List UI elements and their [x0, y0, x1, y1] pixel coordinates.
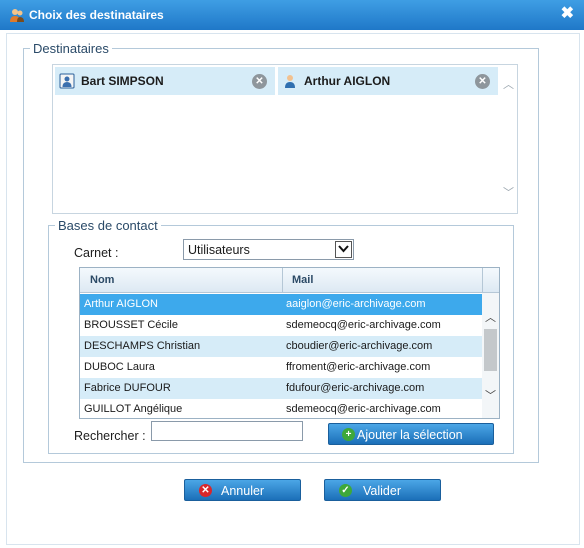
contact-card-icon: [59, 73, 75, 89]
cell-mail: ffroment@eric-archivage.com: [286, 361, 431, 373]
cancel-button[interactable]: ✕ Annuler: [184, 479, 301, 501]
cell-mail: sdemeocq@eric-archivage.com: [286, 319, 441, 331]
search-input[interactable]: [151, 421, 303, 441]
cell-nom: Arthur AIGLON: [84, 298, 158, 310]
checkmark-icon: ✓: [339, 484, 352, 497]
cancel-icon: ✕: [199, 484, 212, 497]
cell-nom: BROUSSET Cécile: [84, 319, 178, 331]
cell-nom: DESCHAMPS Christian: [84, 340, 201, 352]
recipients-list[interactable]: Bart SIMPSON ✕ Arthur AIGLON ✕ ︿ ﹀: [52, 64, 518, 214]
table-row[interactable]: DESCHAMPS Christian cboudier@eric-archiv…: [80, 336, 482, 357]
cancel-label: Annuler: [221, 484, 265, 498]
table-row[interactable]: Arthur AIGLON aaiglon@eric-archivage.com: [80, 294, 482, 315]
table-row[interactable]: GUILLOT Angélique sdemeocq@eric-archivag…: [80, 399, 482, 418]
cell-nom: GUILLOT Angélique: [84, 403, 183, 415]
window-titlebar: Choix des destinataires ✖: [0, 0, 584, 30]
validate-label: Valider: [363, 484, 401, 498]
add-selection-button[interactable]: + Ajouter la sélection: [328, 423, 494, 445]
table-scrollbar[interactable]: ︿ ﹀: [482, 293, 499, 418]
recipient-chip[interactable]: Arthur AIGLON ✕: [278, 67, 498, 95]
carnet-label: Carnet :: [74, 246, 119, 260]
contacts-legend: Bases de contact: [58, 218, 158, 233]
scroll-down-icon[interactable]: ﹀: [482, 387, 499, 403]
add-selection-label: Ajouter la sélection: [357, 428, 463, 442]
remove-icon[interactable]: ✕: [252, 74, 267, 89]
table-row[interactable]: Fabrice DUFOUR fdufour@eric-archivage.co…: [80, 378, 482, 399]
chevron-down-icon[interactable]: [335, 241, 352, 258]
cell-nom: DUBOC Laura: [84, 361, 155, 373]
cell-mail: cboudier@eric-archivage.com: [286, 340, 433, 352]
recipients-legend: Destinataires: [33, 41, 109, 56]
recipient-chip[interactable]: Bart SIMPSON ✕: [55, 67, 275, 95]
close-icon[interactable]: ✖: [561, 6, 574, 22]
cell-nom: Fabrice DUFOUR: [84, 382, 171, 394]
table-row[interactable]: BROUSSET Cécile sdemeocq@eric-archivage.…: [80, 315, 482, 336]
column-header-mail[interactable]: Mail: [292, 274, 313, 286]
remove-icon[interactable]: ✕: [475, 74, 490, 89]
scroll-thumb[interactable]: [484, 329, 497, 371]
scroll-up-icon[interactable]: ︿: [482, 309, 499, 325]
carnet-value: Utilisateurs: [188, 243, 250, 257]
column-header-nom[interactable]: Nom: [90, 274, 114, 286]
search-label: Rechercher :: [74, 429, 146, 443]
contacts-icon: [10, 9, 24, 22]
scroll-down-icon[interactable]: ﹀: [501, 184, 516, 200]
table-row[interactable]: DUBOC Laura ffroment@eric-archivage.com: [80, 357, 482, 378]
cell-mail: sdemeocq@eric-archivage.com: [286, 403, 441, 415]
recipient-name: Arthur AIGLON: [304, 74, 391, 88]
cell-mail: aaiglon@eric-archivage.com: [286, 298, 426, 310]
table-header: Nom Mail: [80, 268, 499, 293]
plus-icon: +: [342, 428, 355, 441]
recipients-scrollbar[interactable]: ︿ ﹀: [501, 66, 516, 212]
recipient-name: Bart SIMPSON: [81, 74, 164, 88]
validate-button[interactable]: ✓ Valider: [324, 479, 441, 501]
contacts-table: Nom Mail Arthur AIGLON aaiglon@eric-arch…: [79, 267, 500, 419]
window-title: Choix des destinataires: [29, 8, 164, 22]
scroll-up-icon[interactable]: ︿: [501, 76, 516, 92]
carnet-select[interactable]: Utilisateurs: [183, 239, 354, 260]
cell-mail: fdufour@eric-archivage.com: [286, 382, 425, 394]
user-icon: [285, 75, 295, 88]
